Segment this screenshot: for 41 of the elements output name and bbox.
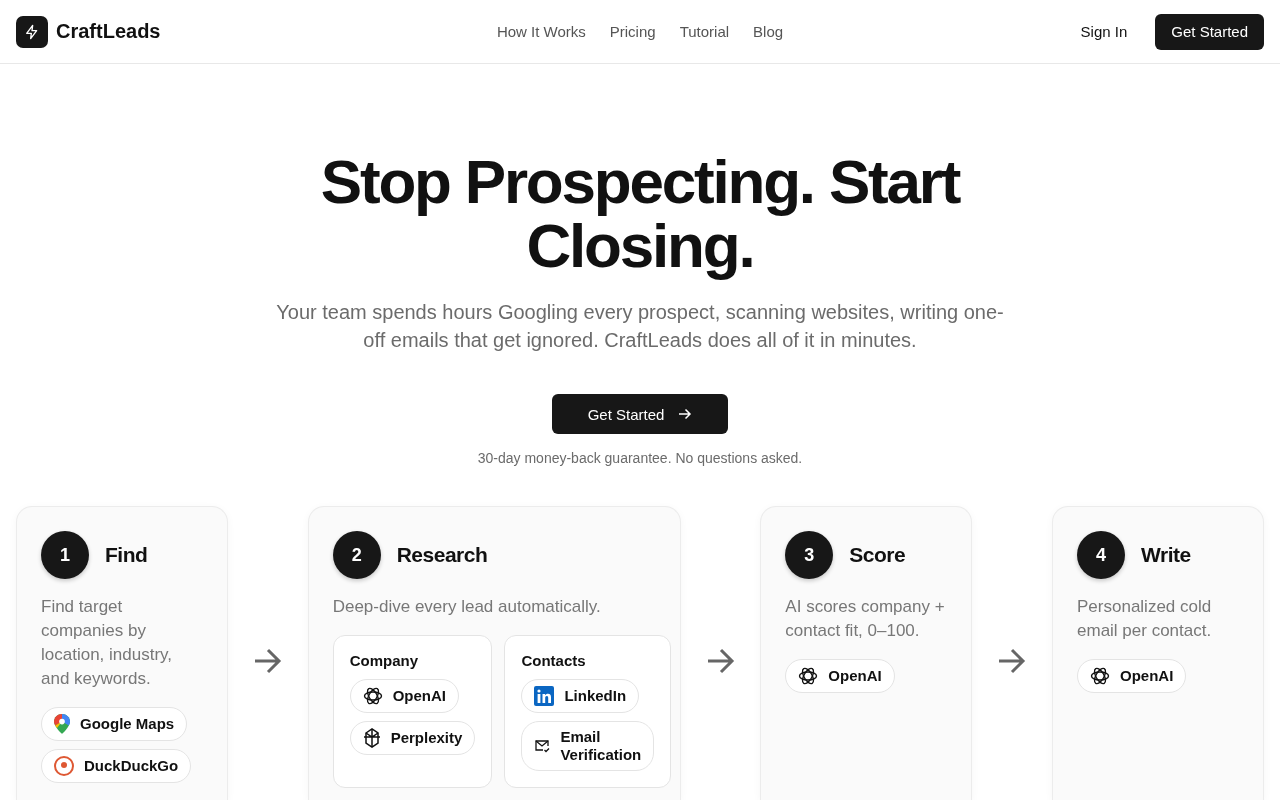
integration-chip: OpenAI [785,659,895,693]
step-description: Find target companies by location, industry, and keywords. [41,596,174,690]
step-number: 4 [1077,531,1125,579]
integration-chip: Email Verification [521,721,655,771]
step-description: Personalized cold email per contact. [1077,596,1213,642]
step-title: Find [105,543,148,567]
group-title: Contacts [521,652,587,669]
step-description: AI scores company + contact fit, 0–100. [785,596,946,642]
step-number: 2 [332,531,381,579]
step-number: 1 [41,531,89,579]
arrow-right-icon [252,646,283,676]
nav-link[interactable]: How It Works [496,23,586,40]
nav-link[interactable]: Tutorial [679,23,730,40]
hero-subtitle: Your team spends hours Googling every prospect, scanning websites, writing one-off emails that get ignored. CraftLeads does all of it in minutes. [275,300,1005,353]
integration-chip: LinkedIn [521,679,640,713]
step-title: Research [396,543,488,567]
get-started-button[interactable]: Get Started [552,394,728,434]
linkedin-icon [534,686,555,706]
arrow-right-icon [705,646,736,676]
step-description: Deep-dive every lead automatically. [332,596,602,618]
step-title: Write [1141,543,1191,567]
arrow-right-icon [678,407,693,421]
map-pin-icon [54,714,70,734]
step-number: 3 [785,531,834,579]
nav-link[interactable]: Blog [753,23,784,40]
get-started-button[interactable]: Get Started [1155,13,1264,50]
step-title: Score [849,543,906,567]
arrow-right-icon [997,646,1028,676]
lightning-logo-icon[interactable] [16,15,48,48]
hero-headline: Stop Prospecting. Start Closing. [319,150,961,278]
integration-chip: Perplexity [349,721,476,755]
integration-chip: OpenAI [349,679,459,713]
guarantee-note: 30-day money-back guarantee. No questions asked. [477,450,803,466]
integration-chip: Google Maps [41,707,188,741]
nav-link[interactable]: Pricing [609,23,656,40]
mail-check-icon [534,739,551,753]
integration-chip: OpenAI [1077,659,1187,693]
group-title: Company [349,652,419,669]
sign-in-link[interactable]: Sign In [1080,23,1128,40]
brand-name[interactable]: CraftLeads [56,20,161,43]
integration-chip: DuckDuckGo [41,749,192,783]
